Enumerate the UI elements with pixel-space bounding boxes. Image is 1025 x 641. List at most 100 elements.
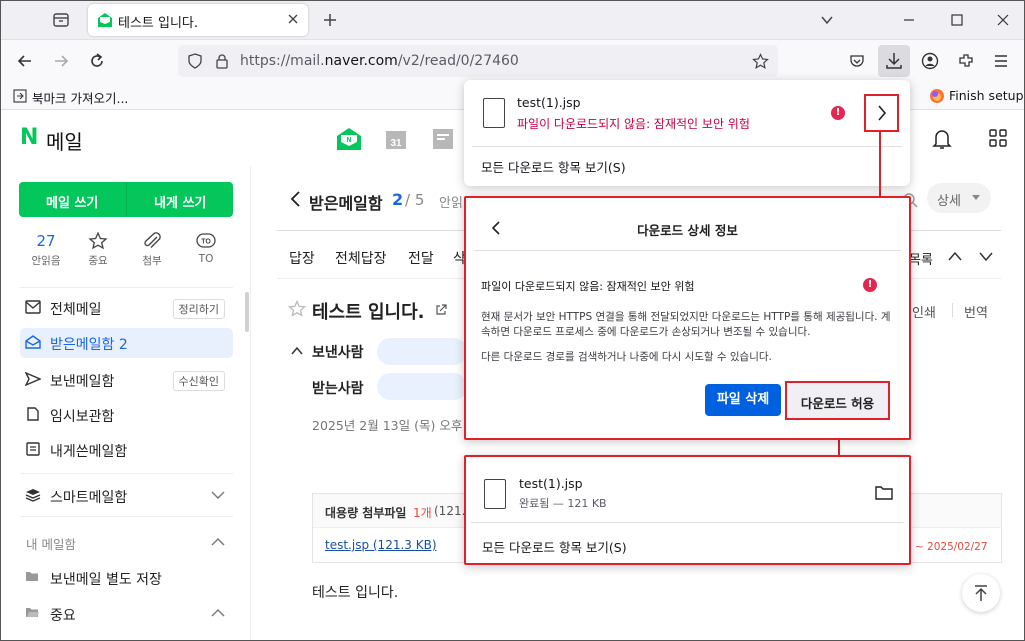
show-all-downloads-link[interactable]: 모든 다운로드 항목 보기(S)	[481, 157, 626, 176]
attachment-label: 첨부	[142, 255, 162, 267]
mail-service-icon[interactable]: N	[336, 127, 362, 151]
scroll-to-top-button[interactable]	[962, 574, 1000, 612]
smart-mailbox[interactable]: 스마트메일함	[20, 481, 233, 511]
tab-list-icon[interactable]	[52, 11, 70, 29]
memo-service-icon[interactable]	[432, 128, 454, 150]
folder-self-mail[interactable]: 내게쓴메일함	[20, 435, 233, 465]
back-to-list-icon[interactable]	[289, 190, 301, 208]
allow-download-label: 다운로드 허용	[800, 396, 875, 411]
folder-all-mail[interactable]: 전체메일 정리하기	[20, 293, 233, 323]
delete-file-button[interactable]: 파일 삭제	[705, 384, 781, 416]
divider	[474, 250, 901, 251]
list-all-tabs-icon[interactable]	[820, 13, 834, 27]
details-suggestion: 다른 다운로드 경로를 검색하거나 나중에 다시 시도할 수 있습니다.	[481, 351, 772, 363]
important-filter[interactable]: 중요	[76, 232, 120, 268]
collapse-header-icon[interactable]	[291, 346, 303, 356]
print-button[interactable]: 인쇄	[912, 302, 936, 321]
open-new-window-icon[interactable]	[435, 304, 447, 316]
url-text[interactable]: https://mail.naver.com/v2/read/0/27460	[240, 53, 519, 69]
mail-date: 2025년 2월 13일 (목) 오후	[312, 418, 463, 433]
folder-label: 받은메일함 2	[50, 337, 128, 353]
write-mail-button[interactable]: 메일 쓰기	[46, 192, 98, 211]
folder-important[interactable]: 중요	[20, 599, 233, 629]
attachment-header-label: 대용량 첨부파일	[325, 506, 407, 520]
allow-download-button[interactable]: 다운로드 허용	[785, 381, 890, 420]
naver-logo[interactable]: N	[20, 125, 38, 150]
detail-search-button[interactable]: 상세	[927, 183, 991, 213]
organize-button[interactable]: 정리하기	[172, 299, 225, 319]
new-tab-icon[interactable]	[322, 12, 338, 28]
close-window-icon[interactable]	[996, 13, 1010, 27]
show-in-folder-icon[interactable]	[875, 485, 893, 500]
favorite-star-icon[interactable]	[288, 300, 306, 318]
minimize-icon[interactable]	[902, 13, 916, 27]
mail-logo-text[interactable]: 메일	[46, 126, 83, 155]
close-tab-icon[interactable]	[286, 12, 300, 26]
download-file-name: test(1).jsp	[517, 95, 581, 110]
back-icon[interactable]	[16, 52, 34, 70]
svg-text:TO: TO	[201, 239, 211, 246]
download-details-arrow-button[interactable]	[864, 94, 899, 132]
reply-all-button[interactable]: 전체답장	[335, 248, 387, 268]
read-receipt-button[interactable]: 수신확인	[172, 371, 225, 391]
list-button[interactable]: 목록	[909, 249, 933, 268]
details-title: 다운로드 상세 정보	[637, 223, 738, 238]
downloads-button[interactable]	[878, 45, 910, 77]
paperclip-icon	[130, 232, 174, 250]
my-mailbox-label: 내 메일함	[26, 537, 76, 552]
pocket-icon[interactable]	[849, 53, 865, 69]
mail-position: 2	[392, 190, 404, 209]
forward-icon[interactable]	[52, 52, 70, 70]
folder-sent-copy[interactable]: 보낸메일 별도 저장	[20, 563, 233, 593]
divider	[20, 473, 233, 474]
caret-down-icon	[971, 194, 981, 202]
attachment-link[interactable]: test.jsp (121.3 KB)	[325, 538, 437, 552]
previous-mail-icon[interactable]	[947, 250, 963, 262]
completed-download-panel: test(1).jsp 완료됨 — 121 KB 모든 다운로드 항목 보기(S…	[464, 455, 911, 565]
forward-button[interactable]: 전달	[408, 248, 434, 268]
error-icon: !	[831, 106, 845, 120]
next-mail-icon[interactable]	[978, 250, 994, 262]
tab-title: 테스트 입니다.	[118, 16, 199, 31]
firefox-icon	[929, 88, 945, 104]
calendar-service-icon[interactable]: 31	[385, 128, 407, 150]
account-icon[interactable]	[921, 52, 939, 70]
attachment-expire: : ~ 2025/02/27	[908, 541, 988, 553]
to-me-filter[interactable]: TO TO	[184, 232, 228, 265]
sender-chip[interactable]	[377, 338, 467, 365]
menu-icon[interactable]	[993, 53, 1009, 69]
address-bar[interactable]: https://mail.naver.com/v2/read/0/27460	[178, 45, 778, 77]
translate-button[interactable]: 번역	[964, 302, 988, 321]
tracking-shield-icon[interactable]	[187, 53, 203, 69]
finish-setup-link[interactable]: Finish setup	[949, 88, 1024, 103]
my-mailbox-header[interactable]: 내 메일함	[20, 528, 233, 558]
recipient-chip[interactable]	[377, 373, 467, 400]
apps-grid-icon[interactable]	[989, 129, 1007, 147]
unread-filter[interactable]: 27 안읽음	[24, 232, 68, 268]
detail-label: 상세	[937, 194, 961, 209]
to-label: 받는사람	[312, 381, 364, 397]
show-all-downloads-link[interactable]: 모든 다운로드 항목 보기(S)	[482, 537, 627, 556]
extensions-icon[interactable]	[957, 52, 975, 70]
write-self-button[interactable]: 내게 쓰기	[154, 192, 206, 211]
folder-sent[interactable]: 보낸메일함 수신확인	[20, 365, 233, 395]
bookmark-star-icon[interactable]	[752, 53, 769, 70]
tab-bar: 테스트 입니다.	[0, 0, 1025, 40]
browser-tab[interactable]: 테스트 입니다.	[88, 4, 308, 36]
unread-hint[interactable]: 안읽	[439, 192, 463, 211]
annotation-connector	[879, 130, 881, 196]
sidebar-scrollbar[interactable]	[245, 292, 249, 332]
folder-drafts[interactable]: 임시보관함	[20, 400, 233, 430]
folder-label: 스마트메일함	[50, 490, 128, 506]
maximize-icon[interactable]	[950, 13, 964, 27]
import-bookmarks-link[interactable]: 북마크 가져오기...	[32, 88, 128, 107]
divider	[20, 287, 233, 288]
notification-bell-icon[interactable]	[932, 128, 952, 150]
folder-inbox[interactable]: 받은메일함 2	[20, 328, 233, 358]
download-details-panel: 다운로드 상세 정보 파일이 다운로드되지 않음: 잠재적인 보안 위험 ! 현…	[464, 196, 911, 440]
divider	[126, 182, 127, 217]
lock-icon[interactable]	[214, 53, 230, 69]
attachment-filter[interactable]: 첨부	[130, 232, 174, 268]
reload-icon[interactable]	[88, 52, 106, 70]
reply-button[interactable]: 답장	[289, 248, 315, 268]
